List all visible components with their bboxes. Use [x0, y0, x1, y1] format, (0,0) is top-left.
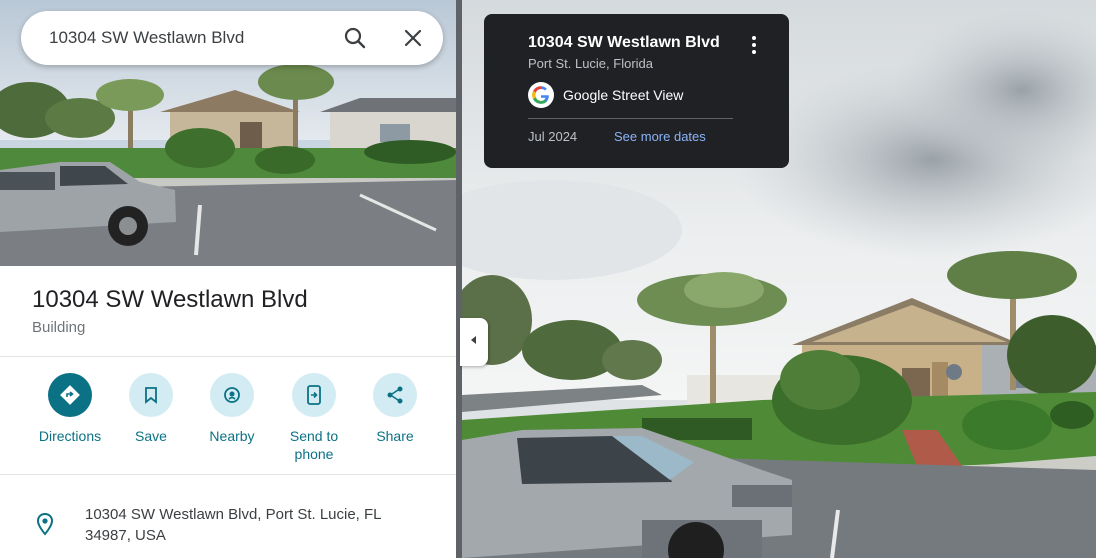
card-divider [528, 118, 733, 119]
divider [0, 474, 456, 475]
street-view-info-card: 10304 SW Westlawn Blvd Port St. Lucie, F… [484, 14, 789, 168]
source-label: Google Street View [563, 87, 684, 103]
search-icon[interactable] [341, 24, 369, 52]
card-subtitle: Port St. Lucie, Florida [528, 56, 653, 71]
directions-button[interactable]: Directions [32, 373, 108, 445]
address-row[interactable]: 10304 SW Westlawn Blvd, Port St. Lucie, … [0, 500, 456, 558]
save-button[interactable]: Save [113, 373, 189, 445]
google-logo-icon [528, 82, 554, 108]
nearby-label: Nearby [209, 428, 255, 444]
nearby-button[interactable]: Nearby [194, 373, 270, 445]
bookmark-icon [129, 373, 173, 417]
more-options-icon[interactable] [746, 34, 762, 56]
address-text: 10304 SW Westlawn Blvd, Port St. Lucie, … [85, 506, 381, 544]
directions-icon [48, 373, 92, 417]
card-title: 10304 SW Westlawn Blvd [528, 34, 720, 51]
share-label: Share [376, 428, 414, 444]
place-title: 10304 SW Westlawn Blvd [32, 286, 308, 313]
save-label: Save [135, 428, 167, 444]
search-input[interactable] [49, 27, 329, 49]
nearby-icon [210, 373, 254, 417]
divider [0, 356, 456, 357]
place-category: Building [32, 319, 86, 336]
share-button[interactable]: Share [357, 373, 433, 445]
close-icon[interactable] [399, 24, 427, 52]
share-icon [373, 373, 417, 417]
search-bar [21, 11, 443, 65]
directions-label: Directions [38, 428, 102, 444]
capture-date: Jul 2024 [528, 129, 578, 144]
send-to-phone-button[interactable]: Send to phone [276, 373, 352, 463]
see-more-dates-link[interactable]: See more dates [614, 129, 706, 144]
send-to-phone-label: Send to phone [289, 428, 339, 462]
send-to-phone-icon [292, 373, 336, 417]
place-panel: 10304 SW Westlawn Blvd Building Directio… [0, 0, 456, 558]
pin-icon [34, 512, 56, 536]
collapse-panel-button[interactable] [460, 318, 488, 366]
chevron-left-icon [469, 333, 479, 351]
